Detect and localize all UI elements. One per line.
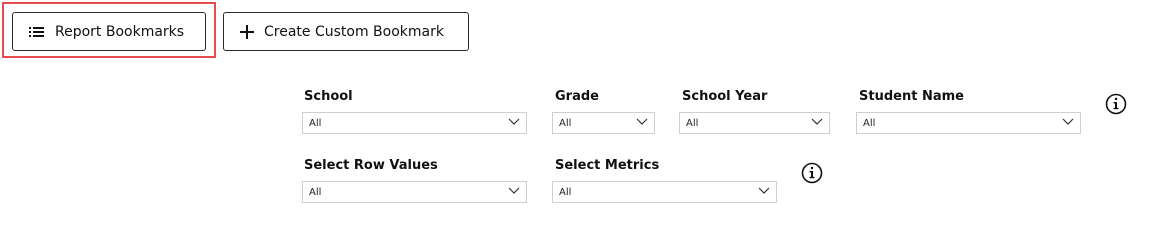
grade-select-value: All [559, 117, 572, 129]
student-name-filter: Student Name [857, 88, 964, 106]
row-values-select-value: All [309, 186, 322, 198]
chevron-down-icon [636, 118, 648, 129]
school-filter: School [302, 88, 353, 106]
grade-select[interactable]: All [552, 112, 655, 134]
plus-icon [240, 24, 254, 39]
student-name-select[interactable]: All [856, 112, 1081, 134]
report-bookmarks-label: Report Bookmarks [55, 23, 185, 40]
chevron-down-icon [811, 118, 823, 129]
chevron-down-icon [508, 187, 520, 198]
school-select[interactable]: All [302, 112, 527, 134]
school-year-select-value: All [686, 117, 699, 129]
school-year-select[interactable]: All [679, 112, 830, 134]
create-custom-bookmark-label: Create Custom Bookmark [264, 23, 444, 40]
school-year-label: School Year [682, 89, 768, 104]
school-year-filter: School Year [680, 88, 767, 106]
grade-filter: Grade [553, 88, 599, 106]
student-name-label: Student Name [859, 89, 964, 104]
student-name-select-value: All [863, 117, 876, 129]
chevron-down-icon [1062, 118, 1074, 129]
metrics-select-value: All [559, 186, 572, 198]
metrics-label: Select Metrics [555, 158, 660, 173]
row-values-filter: Select Row Values [302, 157, 438, 175]
grade-label: Grade [555, 89, 599, 104]
school-select-value: All [309, 117, 322, 129]
chevron-down-icon [758, 187, 770, 198]
metrics-select[interactable]: All [552, 181, 777, 203]
row-values-label: Select Row Values [304, 158, 438, 173]
metrics-filter: Select Metrics [553, 157, 659, 175]
chevron-down-icon [508, 118, 520, 129]
list-icon [29, 26, 45, 38]
info-icon[interactable] [1105, 93, 1127, 115]
report-bookmarks-button[interactable]: Report Bookmarks [12, 12, 206, 51]
row-values-select[interactable]: All [302, 181, 527, 203]
info-icon[interactable] [801, 162, 823, 184]
school-label: School [304, 89, 353, 104]
create-custom-bookmark-button[interactable]: Create Custom Bookmark [223, 12, 469, 51]
